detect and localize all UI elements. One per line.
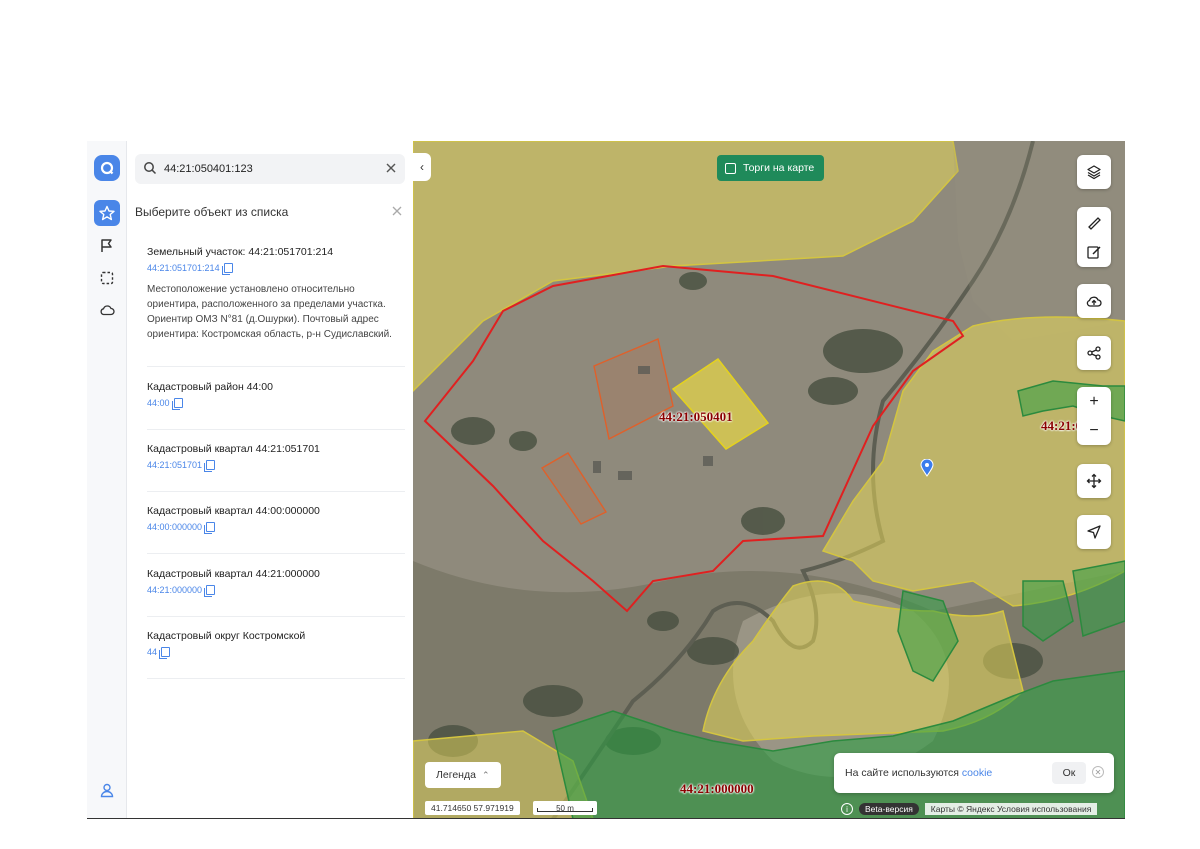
star-icon[interactable] bbox=[94, 200, 120, 226]
results-panel: Выберите объект из списка Земельный учас… bbox=[127, 141, 413, 818]
result-code[interactable]: 44:21:051701:214 bbox=[147, 263, 405, 275]
cookie-text: На сайте используются cookie bbox=[845, 767, 992, 779]
result-item-district[interactable]: Кадастровый район 44:00 44:00 bbox=[147, 380, 405, 430]
cookie-message: На сайте используются bbox=[845, 767, 962, 779]
icon-rail bbox=[87, 141, 127, 818]
select-area-icon[interactable] bbox=[94, 265, 120, 291]
scale-bar: 50 m bbox=[533, 801, 597, 815]
map-attribution: i Beta-версия Карты © Яндекс Условия исп… bbox=[841, 802, 1098, 816]
cloud-icon[interactable] bbox=[94, 297, 120, 323]
result-code-text[interactable]: 44:21:051701:214 bbox=[147, 263, 220, 273]
app-window: Выберите объект из списка Земельный учас… bbox=[87, 141, 1125, 819]
layers-icon bbox=[1086, 159, 1102, 185]
copyright-text[interactable]: Карты © Яндекс Условия использования bbox=[924, 803, 1098, 815]
result-code[interactable]: 44:21:051701 bbox=[147, 460, 405, 472]
layers-button[interactable] bbox=[1077, 155, 1111, 189]
edit-icon[interactable] bbox=[1086, 239, 1102, 265]
result-title: Кадастровый квартал 44:21:051701 bbox=[147, 443, 320, 455]
move-icon bbox=[1086, 468, 1102, 494]
result-code-text[interactable]: 44:00 bbox=[147, 398, 170, 408]
legend-button[interactable]: Легенда ⌃ bbox=[425, 762, 501, 788]
result-code[interactable]: 44:21:000000 bbox=[147, 585, 405, 597]
result-code-text[interactable]: 44 bbox=[147, 647, 157, 657]
pan-button[interactable] bbox=[1077, 464, 1111, 498]
quarter-label: 44:21:050401 bbox=[659, 409, 733, 424]
auctions-toggle[interactable]: Торги на карте bbox=[717, 155, 825, 181]
result-code-text[interactable]: 44:21:051701 bbox=[147, 460, 202, 470]
zoom-controls: + − bbox=[1077, 387, 1111, 445]
upload-button[interactable] bbox=[1077, 284, 1111, 318]
navigation-arrow-icon bbox=[1086, 519, 1102, 545]
user-icon[interactable] bbox=[94, 777, 120, 803]
result-item-okrug[interactable]: Кадастровый округ Костромской 44 bbox=[147, 629, 405, 679]
quarter-label: 44:21:000000 bbox=[680, 781, 754, 796]
satellite-map bbox=[413, 141, 1125, 818]
clear-search-icon[interactable] bbox=[385, 162, 397, 174]
result-item-quarter-000000[interactable]: Кадастровый квартал 44:00:000000 44:00:0… bbox=[147, 504, 405, 554]
location-pin-icon[interactable] bbox=[920, 458, 934, 482]
share-icon bbox=[1086, 340, 1102, 366]
copy-icon[interactable] bbox=[204, 522, 216, 534]
result-code-text[interactable]: 44:00:000000 bbox=[147, 522, 202, 532]
draw-tools bbox=[1077, 207, 1111, 267]
beta-badge: Beta-версия bbox=[859, 803, 919, 815]
checkbox[interactable] bbox=[725, 162, 736, 174]
result-title: Кадастровый квартал 44:00:000000 bbox=[147, 505, 320, 517]
close-icon[interactable]: ✕ bbox=[1092, 766, 1104, 778]
result-item-quarter-44-21[interactable]: Кадастровый квартал 44:21:000000 44:21:0… bbox=[147, 567, 405, 617]
logo-icon[interactable] bbox=[94, 155, 120, 181]
close-icon[interactable] bbox=[391, 205, 403, 217]
copy-icon[interactable] bbox=[171, 398, 183, 410]
search-icon bbox=[144, 162, 157, 175]
legend-label[interactable]: Легенда bbox=[436, 769, 476, 781]
result-item-quarter-051701[interactable]: Кадастровый квартал 44:21:051701 44:21:0… bbox=[147, 442, 405, 492]
copy-icon[interactable] bbox=[159, 647, 171, 659]
search-box bbox=[135, 154, 405, 184]
cookie-ok-button[interactable]: Ок bbox=[1052, 762, 1086, 784]
cloud-upload-icon bbox=[1085, 288, 1103, 314]
copy-icon[interactable] bbox=[204, 585, 216, 597]
result-description: Местоположение установлено относительно … bbox=[147, 284, 392, 340]
result-code[interactable]: 44:00 bbox=[147, 398, 405, 410]
chevron-left-icon: ‹ bbox=[420, 160, 424, 174]
result-item-parcel[interactable]: Земельный участок: 44:21:051701:214 44:2… bbox=[147, 245, 405, 367]
copy-icon[interactable] bbox=[204, 460, 216, 472]
zoom-in-icon[interactable]: + bbox=[1089, 389, 1098, 415]
map-canvas[interactable]: 44:21:050401 44:21:000000 44:21:0000 Тор… bbox=[413, 141, 1125, 818]
result-code-text[interactable]: 44:21:000000 bbox=[147, 585, 202, 595]
auctions-label[interactable]: Торги на карте bbox=[743, 162, 814, 174]
flag-icon[interactable] bbox=[94, 233, 120, 259]
copy-icon[interactable] bbox=[221, 263, 233, 275]
zoom-out-icon[interactable]: − bbox=[1089, 418, 1098, 444]
result-title: Кадастровый район 44:00 bbox=[147, 381, 273, 393]
result-title: Кадастровый округ Костромской bbox=[147, 630, 306, 642]
coordinates-readout: 41.714650 57.971919 bbox=[425, 801, 520, 815]
results-title: Выберите объект из списка bbox=[135, 205, 289, 219]
result-title: Земельный участок: 44:21:051701:214 bbox=[147, 246, 334, 258]
collapse-panel-button[interactable]: ‹ bbox=[413, 153, 431, 181]
cookie-banner: На сайте используются cookie Ок ✕ bbox=[834, 753, 1114, 793]
scale-line bbox=[537, 808, 593, 812]
result-code[interactable]: 44 bbox=[147, 647, 405, 659]
ruler-icon[interactable] bbox=[1086, 209, 1102, 235]
result-code[interactable]: 44:00:000000 bbox=[147, 522, 405, 534]
cookie-link[interactable]: cookie bbox=[962, 767, 992, 779]
share-button[interactable] bbox=[1077, 336, 1111, 370]
result-title: Кадастровый квартал 44:21:000000 bbox=[147, 568, 320, 580]
chevron-up-icon: ⌃ bbox=[481, 769, 490, 780]
search-input[interactable] bbox=[164, 160, 364, 178]
info-icon[interactable]: i bbox=[841, 803, 853, 815]
geolocation-button[interactable] bbox=[1077, 515, 1111, 549]
